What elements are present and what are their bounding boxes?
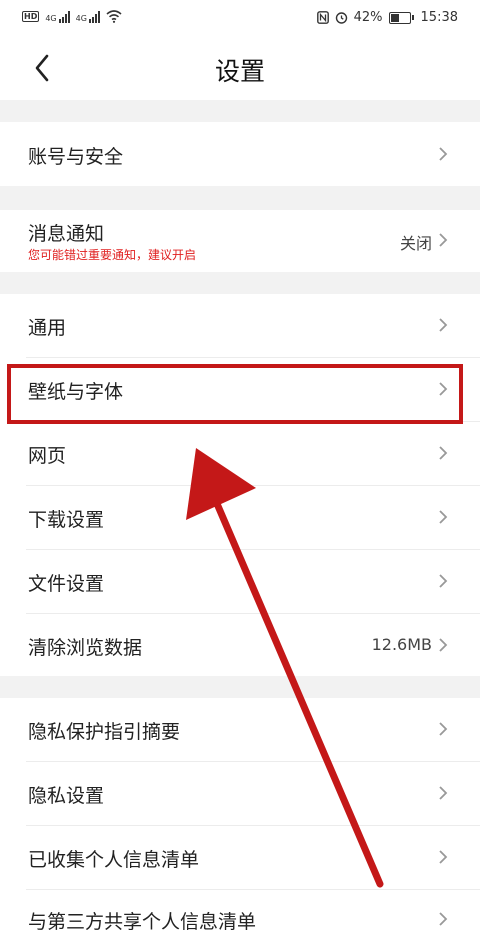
item-label: 与第三方共享个人信息清单 <box>28 911 257 933</box>
chevron-right-icon <box>439 446 448 460</box>
nfc-icon <box>316 11 329 24</box>
settings-item-web[interactable]: 网页 <box>0 422 480 485</box>
item-label: 账号与安全 <box>28 146 124 168</box>
settings-item-clear-data[interactable]: 清除浏览数据 12.6MB <box>0 614 480 676</box>
settings-item-download[interactable]: 下载设置 <box>0 486 480 549</box>
battery-icon <box>388 11 414 24</box>
item-label: 下载设置 <box>28 509 105 531</box>
page-title: 设置 <box>214 57 265 86</box>
sim1-label: 4G <box>45 13 57 23</box>
item-label: 隐私设置 <box>28 785 105 807</box>
chevron-right-icon <box>439 850 448 864</box>
status-left: HD 4G 4G <box>22 10 122 23</box>
status-bar: HD 4G 4G 42% 15:38 <box>0 0 480 36</box>
settings-item-file[interactable]: 文件设置 <box>0 550 480 613</box>
settings-item-privacy-settings[interactable]: 隐私设置 <box>0 762 480 825</box>
alarm-icon <box>335 12 347 24</box>
settings-item-collected-info[interactable]: 已收集个人信息清单 <box>0 826 480 889</box>
sim2-label: 4G <box>75 13 87 23</box>
settings-item-wallpaper-font[interactable]: 壁纸与字体 <box>0 358 480 421</box>
sim2-signal-icon: 4G <box>75 10 100 23</box>
item-label: 已收集个人信息清单 <box>28 849 200 871</box>
chevron-right-icon <box>439 318 448 332</box>
settings-item-notifications[interactable]: 消息通知 您可能错过重要通知，建议开启 关闭 <box>0 210 480 272</box>
settings-item-privacy-summary[interactable]: 隐私保护指引摘要 <box>0 698 480 761</box>
sim1-signal-icon: 4G <box>45 10 70 23</box>
item-label: 通用 <box>28 317 67 339</box>
settings-item-general[interactable]: 通用 <box>0 294 480 357</box>
chevron-right-icon <box>439 147 448 161</box>
section-divider <box>0 272 480 294</box>
status-right: 42% 15:38 <box>316 10 458 25</box>
notification-status: 关闭 <box>399 234 432 253</box>
notification-warning: 您可能错过重要通知，建议开启 <box>28 248 197 262</box>
chevron-right-icon <box>439 786 448 800</box>
item-label: 清除浏览数据 <box>28 637 143 659</box>
hd-badge: HD <box>22 11 40 22</box>
chevron-right-icon <box>439 382 448 396</box>
settings-item-account-security[interactable]: 账号与安全 <box>0 122 480 186</box>
chevron-right-icon <box>439 638 448 652</box>
battery-fill <box>390 13 399 22</box>
item-label: 网页 <box>28 445 67 467</box>
item-label: 隐私保护指引摘要 <box>28 721 181 743</box>
section-divider <box>0 676 480 698</box>
chevron-right-icon <box>439 574 448 588</box>
chevron-right-icon <box>439 912 448 926</box>
battery-percent: 42% <box>353 10 383 25</box>
chevron-right-icon <box>439 722 448 736</box>
clock: 15:38 <box>420 10 458 25</box>
chevron-right-icon <box>439 510 448 524</box>
wifi-icon <box>106 10 122 23</box>
settings-item-third-party-sharing[interactable]: 与第三方共享个人信息清单 <box>0 890 480 937</box>
chevron-right-icon <box>439 233 448 247</box>
item-label: 壁纸与字体 <box>28 381 124 403</box>
item-label: 消息通知 <box>28 223 105 245</box>
section-divider <box>0 186 480 210</box>
header: 设置 <box>0 36 480 100</box>
item-label: 文件设置 <box>28 573 105 595</box>
section-divider <box>0 100 480 122</box>
cache-size: 12.6MB <box>371 635 432 654</box>
